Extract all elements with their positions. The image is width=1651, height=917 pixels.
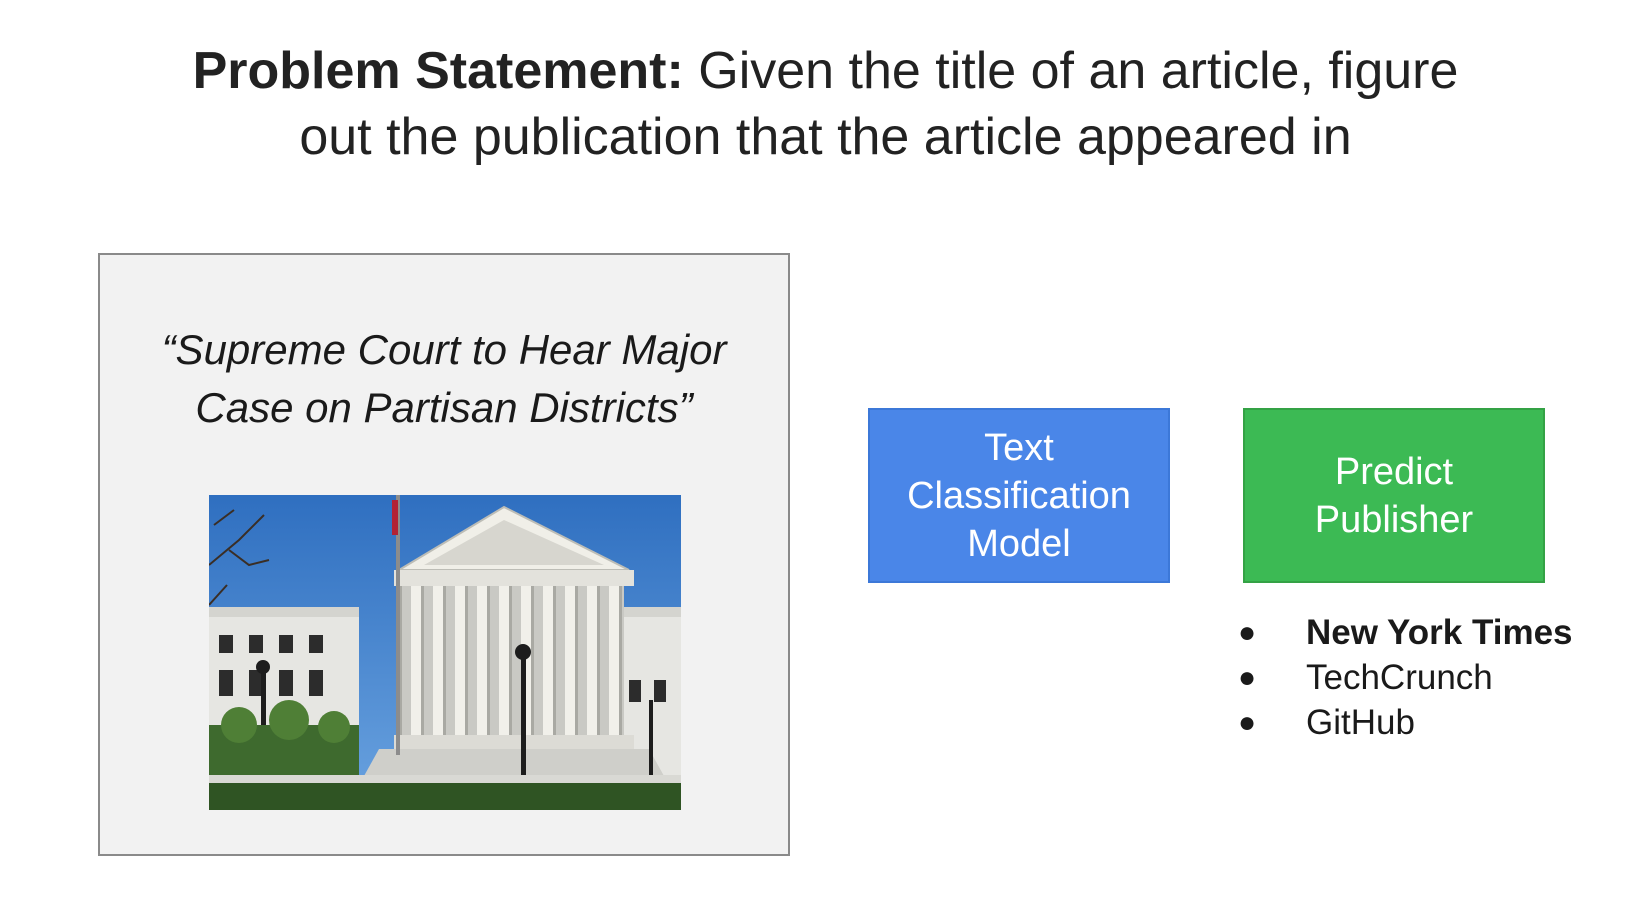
predict-line2: Publisher (1314, 498, 1474, 541)
slide: Problem Statement: Given the title of an… (0, 0, 1651, 917)
predict-publisher-box: Predict Publisher (1243, 408, 1545, 583)
model-line1: Text (984, 426, 1054, 469)
title-line2: out the publication that the article app… (299, 108, 1352, 166)
publisher-list: ● New York Times ● TechCrunch ● GitHub (1230, 610, 1650, 745)
list-item: ● GitHub (1230, 700, 1650, 745)
headline-line2: Case on Partisan Districts” (195, 384, 693, 431)
title-bold: Problem Statement: (192, 42, 684, 100)
predict-line1: Predict (1334, 450, 1454, 493)
model-line2: Classification (907, 474, 1131, 517)
article-card: “Supreme Court to Hear Major Case on Par… (98, 253, 790, 856)
bullet-icon: ● (1238, 706, 1257, 739)
list-item: ● New York Times (1230, 610, 1650, 655)
headline-line1: “Supreme Court to Hear Major (161, 326, 727, 373)
title-line1: Given the title of an article, figure (683, 42, 1459, 100)
slide-title: Problem Statement: Given the title of an… (40, 38, 1611, 170)
article-headline: “Supreme Court to Hear Major Case on Par… (100, 321, 788, 437)
bullet-icon: ● (1238, 661, 1257, 694)
model-line3: Model (967, 522, 1071, 565)
publisher-label: New York Times (1306, 613, 1573, 652)
text-classification-model-box: Text Classification Model (868, 408, 1170, 583)
supreme-court-photo (209, 495, 681, 810)
bullet-icon: ● (1238, 616, 1257, 649)
publisher-label: TechCrunch (1306, 658, 1493, 697)
publisher-label: GitHub (1306, 703, 1415, 742)
list-item: ● TechCrunch (1230, 655, 1650, 700)
